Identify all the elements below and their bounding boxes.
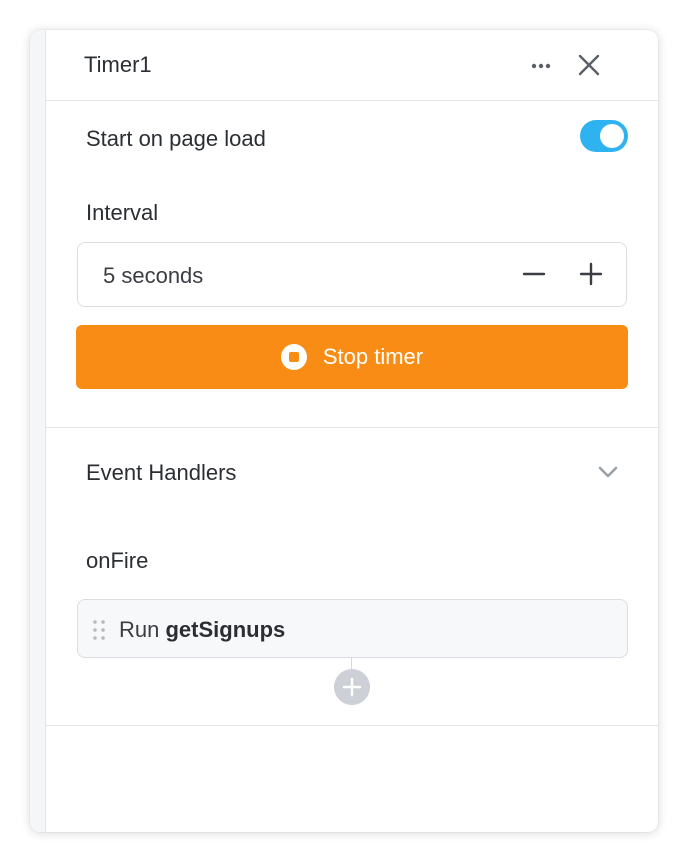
event-handlers-heading[interactable]: Event Handlers (86, 460, 236, 486)
interval-label: Interval (86, 200, 159, 225)
panel-header: Timer1 (46, 30, 658, 101)
chevron-down-icon[interactable] (596, 460, 620, 484)
timer-settings-section: Start on page load Interval 5 seconds St… (46, 101, 658, 428)
handler-query-name: getSignups (165, 617, 286, 642)
event-handlers-section: Event Handlers onFire Run getSignups (46, 428, 658, 726)
timer-inspector-panel: Timer1 Start on page load Interval 5 sec… (30, 30, 658, 832)
stop-timer-label: Stop timer (322, 344, 424, 369)
stop-circle-icon (280, 344, 307, 370)
handler-action: Run (119, 617, 160, 642)
event-name-label: onFire (86, 548, 149, 573)
add-handler-button[interactable] (334, 669, 370, 705)
drag-handle-icon[interactable] (92, 619, 106, 641)
component-title[interactable]: Timer1 (84, 52, 152, 78)
close-icon[interactable] (576, 52, 602, 78)
start-on-load-label: Start on page load (86, 126, 266, 151)
interval-value[interactable]: 5 seconds (103, 263, 203, 289)
panel-left-edge (30, 30, 46, 832)
stop-timer-button[interactable]: Stop timer (76, 325, 628, 389)
handler-description: Run getSignups (119, 617, 285, 643)
interval-stepper[interactable]: 5 seconds (77, 242, 627, 307)
event-handler-item[interactable]: Run getSignups (77, 599, 628, 658)
more-horizontal-icon[interactable] (529, 54, 553, 78)
minus-icon[interactable] (519, 259, 549, 289)
toggle-knob (600, 124, 624, 148)
plus-icon[interactable] (576, 259, 606, 289)
panel-content: Timer1 Start on page load Interval 5 sec… (46, 30, 658, 832)
start-on-load-toggle[interactable] (580, 120, 628, 152)
